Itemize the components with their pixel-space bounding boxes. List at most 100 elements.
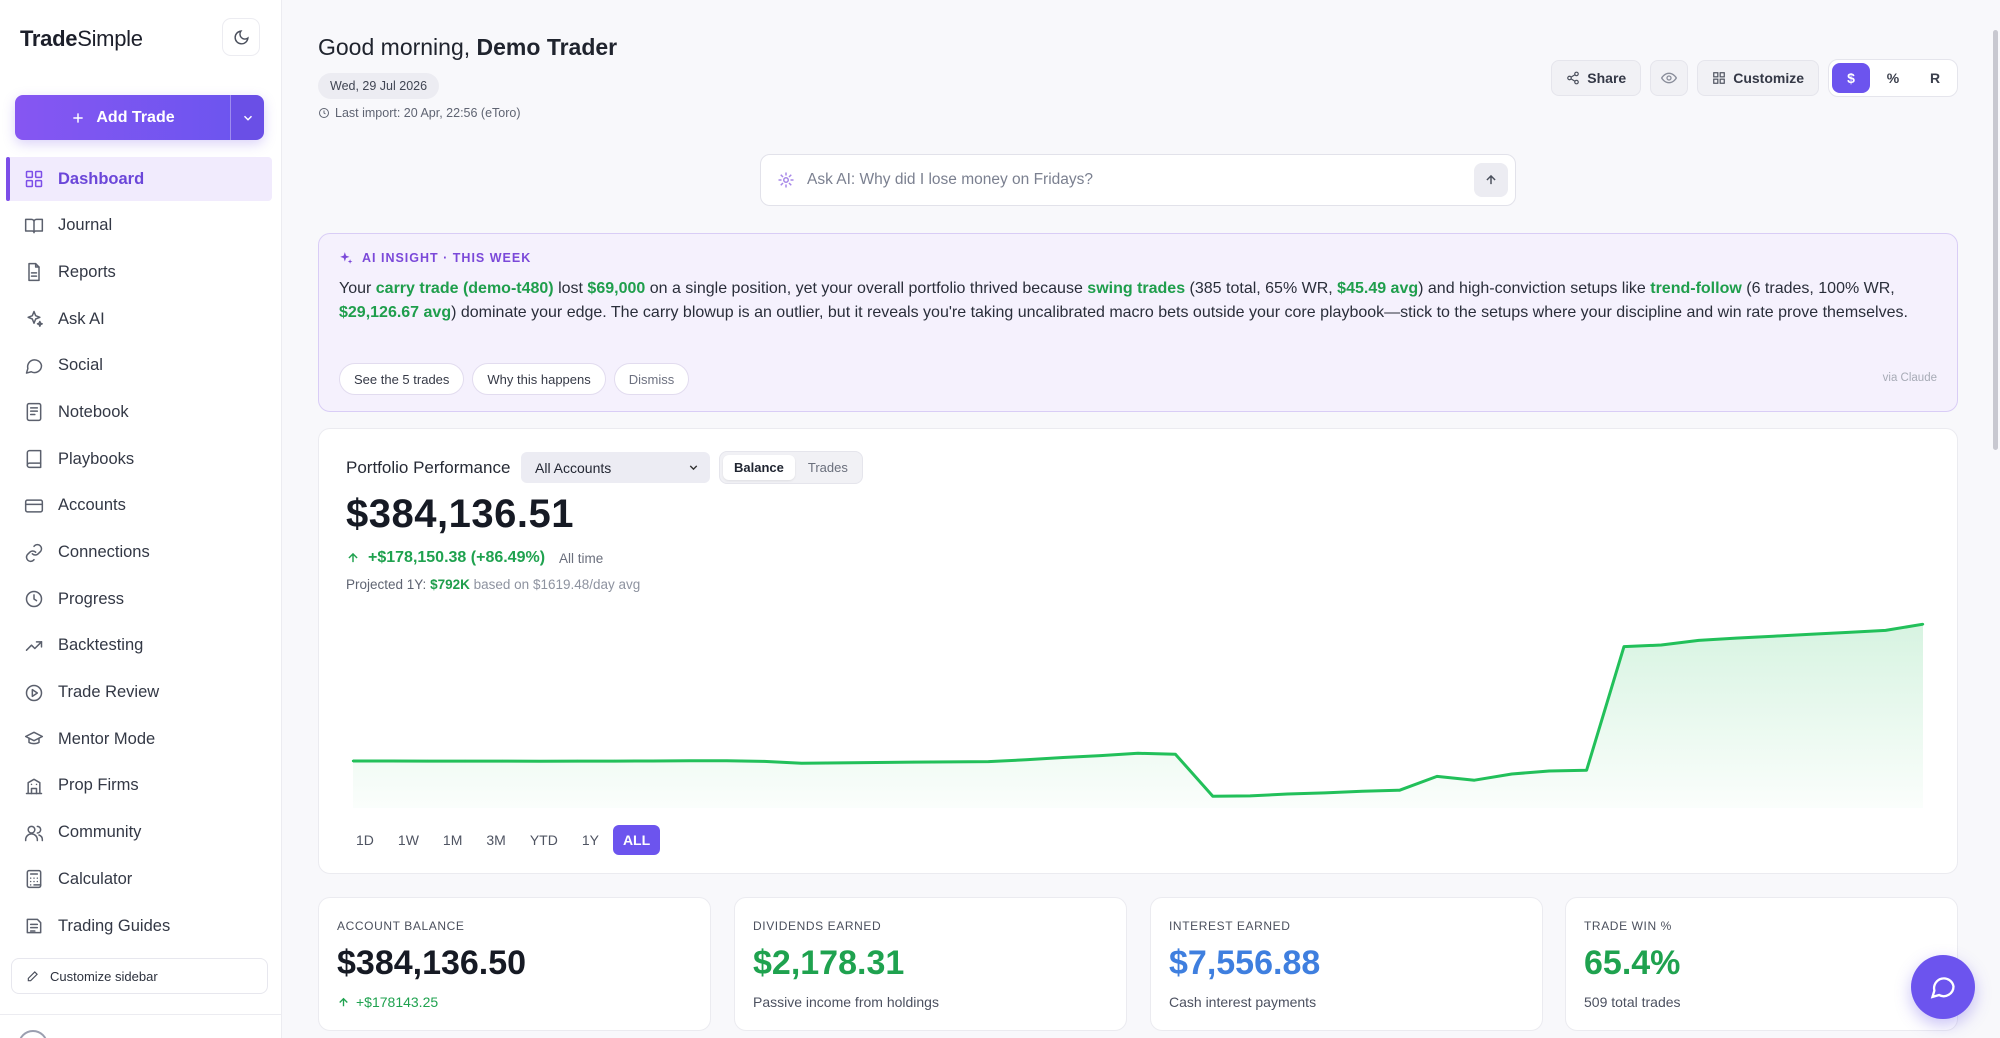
sidebar-item-backtesting[interactable]: Backtesting bbox=[6, 624, 272, 668]
why-this-happens-button[interactable]: Why this happens bbox=[472, 363, 606, 395]
unit-option[interactable]: R bbox=[1916, 63, 1954, 93]
sidebar-item-calculator[interactable]: Calculator bbox=[6, 857, 272, 901]
stat-card-dividends-earned[interactable]: DIVIDENDS EARNED $2,178.31 Passive income … bbox=[734, 897, 1127, 1031]
theme-toggle-button[interactable] bbox=[222, 18, 260, 56]
sidebar-item-community[interactable]: Community bbox=[6, 811, 272, 855]
sidebar: TradeSimple Add Trade Dashboard Journal Re… bbox=[0, 0, 282, 1038]
balance-point[interactable] bbox=[688, 759, 691, 762]
balance-point[interactable] bbox=[463, 759, 467, 763]
balance-point[interactable] bbox=[538, 760, 542, 763]
pencil-icon bbox=[27, 971, 38, 982]
range-ytd[interactable]: YTD bbox=[520, 825, 568, 855]
balance-point[interactable] bbox=[426, 759, 429, 763]
balance-point[interactable] bbox=[576, 759, 579, 763]
balance-point[interactable] bbox=[1548, 769, 1551, 773]
balance-point[interactable] bbox=[389, 759, 392, 763]
balance-point[interactable] bbox=[613, 759, 616, 763]
sidebar-item-reports[interactable]: Reports bbox=[6, 250, 272, 294]
balance-point[interactable] bbox=[1473, 779, 1476, 782]
sidebar-item-prop-firms[interactable]: Prop Firms bbox=[6, 764, 272, 808]
range-1w[interactable]: 1W bbox=[388, 825, 429, 855]
unit-option[interactable]: $ bbox=[1832, 63, 1870, 93]
avatar[interactable] bbox=[18, 1030, 48, 1038]
sidebar-item-trading-guides[interactable]: Trading Guides bbox=[6, 904, 272, 948]
sidebar-item-dashboard[interactable]: Dashboard bbox=[6, 157, 272, 201]
sparkles-icon bbox=[340, 252, 353, 264]
stat-card-interest-earned[interactable]: INTEREST EARNED $7,556.88 Cash interest pa… bbox=[1150, 897, 1543, 1031]
add-trade-button[interactable]: Add Trade bbox=[15, 95, 230, 140]
sidebar-item-accounts[interactable]: Accounts bbox=[6, 484, 272, 528]
clock-icon bbox=[24, 589, 44, 609]
add-trade-dropdown-button[interactable] bbox=[230, 95, 264, 140]
balance-point[interactable] bbox=[912, 760, 915, 764]
balance-point[interactable] bbox=[1286, 792, 1289, 796]
balance-point[interactable] bbox=[650, 759, 654, 763]
see-trades-button[interactable]: See the 5 trades bbox=[339, 363, 465, 395]
balance-point[interactable] bbox=[1660, 643, 1663, 647]
sidebar-item-ask-ai[interactable]: Ask AI bbox=[6, 297, 272, 341]
send-button[interactable] bbox=[1474, 163, 1508, 197]
balance-point[interactable] bbox=[1136, 752, 1140, 755]
view-tab-trades[interactable]: Trades bbox=[797, 455, 859, 480]
customize-sidebar-button[interactable]: Customize sidebar bbox=[11, 958, 268, 994]
sidebar-item-notebook[interactable]: Notebook bbox=[6, 390, 272, 434]
brand-logo[interactable]: TradeSimple bbox=[20, 26, 143, 52]
sidebar-item-progress[interactable]: Progress bbox=[6, 577, 272, 621]
balance-point[interactable] bbox=[1809, 633, 1813, 636]
balance-point[interactable] bbox=[1772, 635, 1775, 638]
balance-point[interactable] bbox=[837, 761, 841, 765]
balance-point[interactable] bbox=[875, 761, 878, 764]
balance-point[interactable] bbox=[1697, 639, 1700, 642]
balance-point[interactable] bbox=[351, 759, 355, 763]
scrollbar[interactable] bbox=[1993, 30, 1998, 450]
graduation-cap-icon bbox=[24, 729, 44, 749]
range-1y[interactable]: 1Y bbox=[572, 825, 609, 855]
balance-point[interactable] bbox=[1585, 769, 1588, 772]
dismiss-button[interactable]: Dismiss bbox=[613, 363, 690, 395]
balance-point[interactable] bbox=[1211, 795, 1214, 798]
sidebar-item-trade-review[interactable]: Trade Review bbox=[6, 671, 272, 715]
balance-point[interactable] bbox=[1062, 756, 1065, 759]
balance-point[interactable] bbox=[1174, 753, 1177, 756]
account-select[interactable]: All Accounts bbox=[521, 452, 710, 483]
balance-point[interactable] bbox=[725, 759, 728, 762]
range-1d[interactable]: 1D bbox=[346, 825, 384, 855]
balance-chart[interactable] bbox=[319, 604, 1959, 814]
sidebar-item-journal[interactable]: Journal bbox=[6, 204, 272, 248]
balance-point[interactable] bbox=[1248, 794, 1252, 798]
sidebar-item-social[interactable]: Social bbox=[6, 344, 272, 388]
add-trade-group: Add Trade bbox=[15, 95, 264, 140]
balance-point[interactable] bbox=[1323, 791, 1327, 795]
sidebar-item-playbooks[interactable]: Playbooks bbox=[6, 437, 272, 481]
balance-point[interactable] bbox=[1510, 772, 1514, 776]
balance-point[interactable] bbox=[1622, 645, 1626, 648]
ask-ai-input[interactable]: Ask AI: Why did I lose money on Fridays? bbox=[760, 154, 1516, 206]
balance-point[interactable] bbox=[501, 759, 504, 763]
balance-point[interactable] bbox=[1398, 789, 1401, 792]
balance-point[interactable] bbox=[987, 760, 990, 763]
view-tab-balance[interactable]: Balance bbox=[723, 455, 795, 480]
balance-point[interactable] bbox=[1847, 631, 1850, 634]
balance-point[interactable] bbox=[1099, 754, 1102, 757]
stat-card-trade-win[interactable]: TRADE WIN % 65.4% 509 total trades bbox=[1565, 897, 1958, 1031]
sidebar-item-connections[interactable]: Connections bbox=[6, 531, 272, 575]
share-button[interactable]: Share bbox=[1551, 60, 1642, 96]
balance-point[interactable] bbox=[1024, 758, 1028, 761]
balance-point[interactable] bbox=[763, 760, 766, 763]
range-all[interactable]: ALL bbox=[612, 825, 661, 855]
balance-point[interactable] bbox=[1884, 629, 1887, 632]
range-3m[interactable]: 3M bbox=[476, 825, 515, 855]
range-1m[interactable]: 1M bbox=[433, 825, 472, 855]
balance-point[interactable] bbox=[1435, 775, 1439, 778]
balance-point[interactable] bbox=[800, 762, 803, 765]
privacy-toggle-button[interactable] bbox=[1650, 60, 1689, 96]
stat-card-account-balance[interactable]: ACCOUNT BALANCE $384,136.50 +$178143.25 bbox=[318, 897, 711, 1031]
unit-option[interactable]: % bbox=[1874, 63, 1912, 93]
balance-point[interactable] bbox=[949, 760, 953, 764]
customize-button[interactable]: Customize bbox=[1697, 60, 1819, 96]
chat-button[interactable] bbox=[1911, 955, 1975, 1019]
balance-point[interactable] bbox=[1361, 790, 1364, 793]
balance-point[interactable] bbox=[1734, 636, 1738, 640]
balance-point[interactable] bbox=[1921, 623, 1925, 626]
sidebar-item-mentor-mode[interactable]: Mentor Mode bbox=[6, 717, 272, 761]
